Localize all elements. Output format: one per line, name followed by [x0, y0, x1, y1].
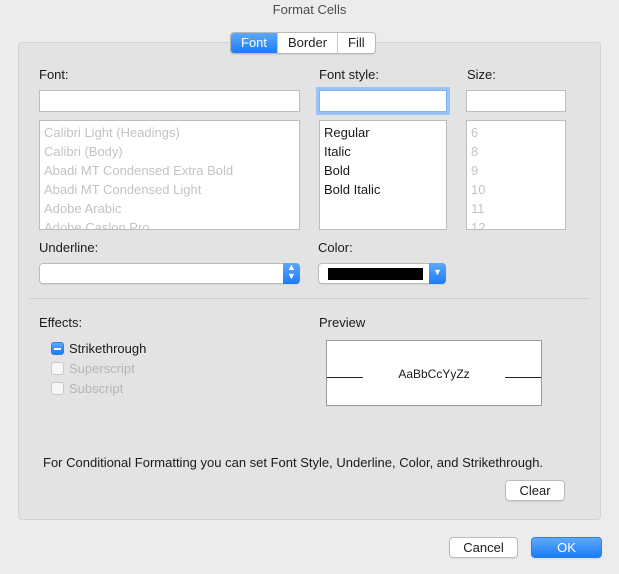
- list-item[interactable]: Bold: [320, 161, 446, 180]
- list-item[interactable]: Abadi MT Condensed Light: [40, 180, 299, 199]
- list-item[interactable]: Calibri Light (Headings): [40, 123, 299, 142]
- underline-label: Underline:: [39, 240, 99, 255]
- list-item[interactable]: Bold Italic: [320, 180, 446, 199]
- font-list[interactable]: Calibri Light (Headings) Calibri (Body) …: [39, 120, 300, 230]
- list-item[interactable]: Calibri (Body): [40, 142, 299, 161]
- underline-popup[interactable]: ▲ ▼: [39, 263, 300, 284]
- size-input[interactable]: [466, 90, 566, 112]
- list-item[interactable]: Regular: [320, 123, 446, 142]
- superscript-checkbox[interactable]: Superscript: [51, 359, 135, 377]
- font-input[interactable]: [39, 90, 300, 112]
- font-style-list[interactable]: Regular Italic Bold Bold Italic: [319, 120, 447, 230]
- effects-label: Effects:: [39, 315, 83, 330]
- color-swatch: [328, 268, 423, 280]
- chevron-updown-icon: ▲ ▼: [283, 263, 300, 284]
- tab-border[interactable]: Border: [277, 33, 338, 53]
- list-item[interactable]: 8: [467, 142, 565, 161]
- list-item[interactable]: 11: [467, 199, 565, 218]
- list-item[interactable]: Italic: [320, 142, 446, 161]
- ok-button[interactable]: OK: [531, 537, 602, 558]
- cancel-button[interactable]: Cancel: [449, 537, 518, 558]
- strikethrough-checkbox[interactable]: Strikethrough: [51, 339, 146, 357]
- superscript-label: Superscript: [69, 360, 135, 376]
- list-item[interactable]: 6: [467, 123, 565, 142]
- size-label: Size:: [467, 67, 496, 82]
- preview-sample: AaBbCcYyZz: [398, 367, 470, 381]
- font-style-label: Font style:: [319, 67, 379, 82]
- size-list[interactable]: 6 8 9 10 11 12: [466, 120, 566, 230]
- list-item[interactable]: 9: [467, 161, 565, 180]
- tab-font[interactable]: Font: [231, 33, 278, 53]
- preview-label: Preview: [319, 315, 366, 330]
- list-item[interactable]: Adobe Caslon Pro: [40, 218, 299, 229]
- strikethrough-label: Strikethrough: [69, 340, 147, 356]
- color-label: Color:: [318, 240, 353, 255]
- checkbox-mixed-icon[interactable]: [51, 341, 64, 355]
- separator: [30, 298, 590, 299]
- subscript-label: Subscript: [69, 380, 124, 396]
- list-item[interactable]: 10: [467, 180, 565, 199]
- checkbox-icon[interactable]: [51, 361, 64, 375]
- list-item[interactable]: Adobe Arabic: [40, 199, 299, 218]
- font-label: Font:: [39, 67, 69, 82]
- tab-bar: Font Border Fill: [230, 32, 376, 54]
- subscript-checkbox[interactable]: Subscript: [51, 379, 123, 397]
- list-item[interactable]: 12: [467, 218, 565, 229]
- tab-fill[interactable]: Fill: [337, 33, 375, 53]
- checkbox-icon[interactable]: [51, 381, 64, 395]
- color-popup[interactable]: ▼: [318, 263, 446, 284]
- chevron-down-icon: ▼: [429, 263, 446, 284]
- list-item[interactable]: Abadi MT Condensed Extra Bold: [40, 161, 299, 180]
- font-style-input[interactable]: [319, 90, 447, 112]
- clear-button[interactable]: Clear: [505, 480, 565, 501]
- conditional-formatting-note: For Conditional Formatting you can set F…: [43, 455, 544, 470]
- window-title: Format Cells: [0, 0, 619, 22]
- preview-box: AaBbCcYyZz: [326, 340, 542, 406]
